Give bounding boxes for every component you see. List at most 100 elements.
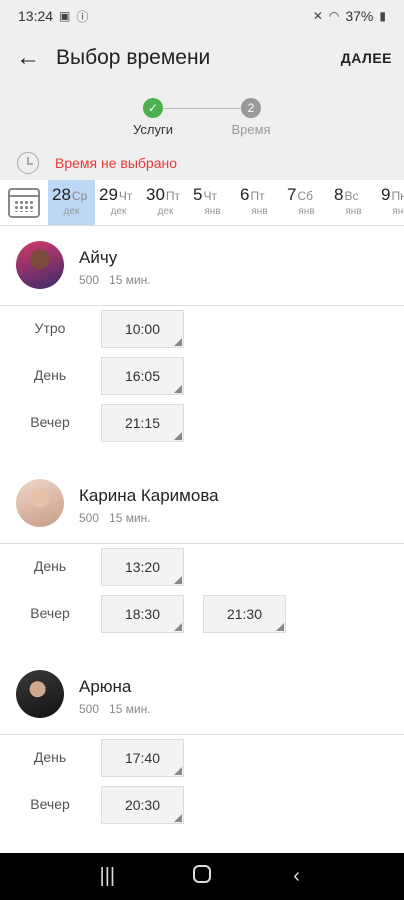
avatar <box>16 479 64 527</box>
date-cell[interactable]: 28Ср дек <box>48 180 95 225</box>
step-label: Время <box>231 122 271 137</box>
date-number: 7 <box>287 185 297 204</box>
time-slot-button[interactable]: 21:30 <box>203 595 286 633</box>
date-cell[interactable]: 8Вс янв <box>330 180 377 225</box>
date-weekday: Вс <box>344 189 359 203</box>
master-meta: 500 15 мин. <box>79 511 161 525</box>
page-title: Выбор времени <box>56 46 211 69</box>
service-price: 500 <box>79 273 100 287</box>
time-slot-button[interactable]: 17:40 <box>101 739 184 777</box>
period-label: Вечер <box>30 796 70 812</box>
date-weekday: Пн <box>391 189 404 203</box>
calendar-button[interactable] <box>0 180 48 225</box>
back-arrow-icon[interactable]: ← <box>0 32 56 84</box>
date-weekday: Пт <box>165 189 181 203</box>
schedule-list: Айчу 500 15 мин. Утро 10:00 День 16:05 Вечер 21:… <box>0 226 404 853</box>
next-button[interactable]: ДАЛЕЕ <box>341 50 392 66</box>
system-back-icon[interactable]: ‹ <box>277 865 317 888</box>
period-label: День <box>33 558 67 574</box>
service-price: 500 <box>79 702 100 716</box>
divider <box>0 734 404 735</box>
home-icon[interactable] <box>182 864 222 889</box>
master-header[interactable]: Карина Каримова 500 15 мин. <box>0 464 404 542</box>
time-slot-button[interactable]: 13:20 <box>101 548 184 586</box>
date-weekday: Чт <box>118 189 133 203</box>
date-number: 5 <box>193 185 203 204</box>
avatar <box>16 670 64 718</box>
service-duration: 15 мин. <box>109 702 151 716</box>
time-slot-button[interactable]: 21:15 <box>101 404 184 442</box>
master-header[interactable]: Айчу 500 15 мин. <box>0 226 404 304</box>
master-meta: 500 15 мин. <box>79 702 161 716</box>
master-meta: 500 15 мин. <box>79 273 161 287</box>
clock-icon <box>17 152 39 174</box>
time-slot-row: День 13:20 <box>0 548 404 586</box>
divider <box>0 305 404 306</box>
date-number: 8 <box>334 185 344 204</box>
time-notice: Время не выбрано <box>0 146 404 180</box>
avatar <box>16 241 64 289</box>
date-weekday: Ср <box>71 189 88 203</box>
date-strip[interactable]: 28Ср дек 29Чт дек 30Пт дек 5Чт янв 6Пт янв 7Сб янв 8… <box>0 180 404 226</box>
step-number: 2 <box>241 98 261 118</box>
date-number: 30 <box>146 185 165 204</box>
date-month: янв <box>298 206 315 217</box>
date-cell[interactable]: 7Сб янв <box>283 180 330 225</box>
date-month: янв <box>392 206 404 217</box>
date-month: янв <box>251 206 268 217</box>
time-slot-button[interactable]: 16:05 <box>101 357 184 395</box>
notification-icon: ▣ <box>59 9 71 23</box>
period-label: День <box>33 749 67 765</box>
date-month: дек <box>63 206 80 217</box>
info-icon: ⓘ <box>76 9 89 24</box>
recent-apps-icon[interactable]: ||| <box>87 865 127 888</box>
status-bar: 13:24 ▣ ⓘ ✕ ◠ 37% ▮ <box>0 0 404 32</box>
date-weekday: Пт <box>250 189 265 203</box>
app-header: ← Выбор времени ДАЛЕЕ <box>0 32 404 84</box>
wifi-icon: ◠ <box>328 9 340 23</box>
date-number: 6 <box>240 185 250 204</box>
time-slot-row: Вечер 20:30 <box>0 786 404 824</box>
master-name: Айчу <box>79 248 118 267</box>
period-label: Вечер <box>30 414 70 430</box>
calendar-icon <box>8 188 40 218</box>
period-label: Вечер <box>30 605 70 621</box>
step-time: 2 Время <box>211 98 291 137</box>
date-cell[interactable]: 5Чт янв <box>189 180 236 225</box>
period-label: День <box>33 367 67 383</box>
stepper: ✓ Услуги 2 Время <box>0 84 404 146</box>
date-cell[interactable]: 30Пт дек <box>142 180 189 225</box>
android-nav-bar: ||| ‹ <box>0 853 404 900</box>
time-slot-button[interactable]: 10:00 <box>101 310 184 348</box>
time-slot-row: День 16:05 <box>0 357 404 395</box>
date-number: 9 <box>381 185 391 204</box>
status-time: 13:24 <box>18 8 54 24</box>
master-header[interactable]: Арюна 500 15 мин. <box>0 655 404 733</box>
date-month: янв <box>204 206 221 217</box>
master-name: Карина Каримова <box>79 486 219 505</box>
time-slot-row: День 17:40 <box>0 739 404 777</box>
date-cell[interactable]: 6Пт янв <box>236 180 283 225</box>
step-label: Услуги <box>133 122 173 137</box>
date-cell[interactable]: 9Пн янв <box>377 180 404 225</box>
master-name: Арюна <box>79 677 132 696</box>
date-weekday: Чт <box>203 189 217 203</box>
period-label: Утро <box>34 320 66 336</box>
time-slot-row: Утро 10:00 <box>0 310 404 348</box>
date-weekday: Сб <box>297 189 314 203</box>
time-slot-row: Вечер 21:15 <box>0 404 404 442</box>
time-slot-button[interactable]: 18:30 <box>101 595 184 633</box>
mute-icon: ✕ <box>312 9 323 23</box>
date-month: дек <box>110 206 127 217</box>
step-services[interactable]: ✓ Услуги <box>113 98 193 137</box>
date-month: дек <box>157 206 174 217</box>
time-slot-row: Вечер 18:30 21:30 <box>0 595 404 633</box>
date-cell[interactable]: 29Чт дек <box>95 180 142 225</box>
divider <box>0 543 404 544</box>
time-not-selected-text: Время не выбрано <box>55 155 178 171</box>
time-slot-button[interactable]: 20:30 <box>101 786 184 824</box>
service-duration: 15 мин. <box>109 511 151 525</box>
date-month: янв <box>345 206 362 217</box>
battery-icon: ▮ <box>379 9 386 23</box>
date-number: 28 <box>52 185 71 204</box>
